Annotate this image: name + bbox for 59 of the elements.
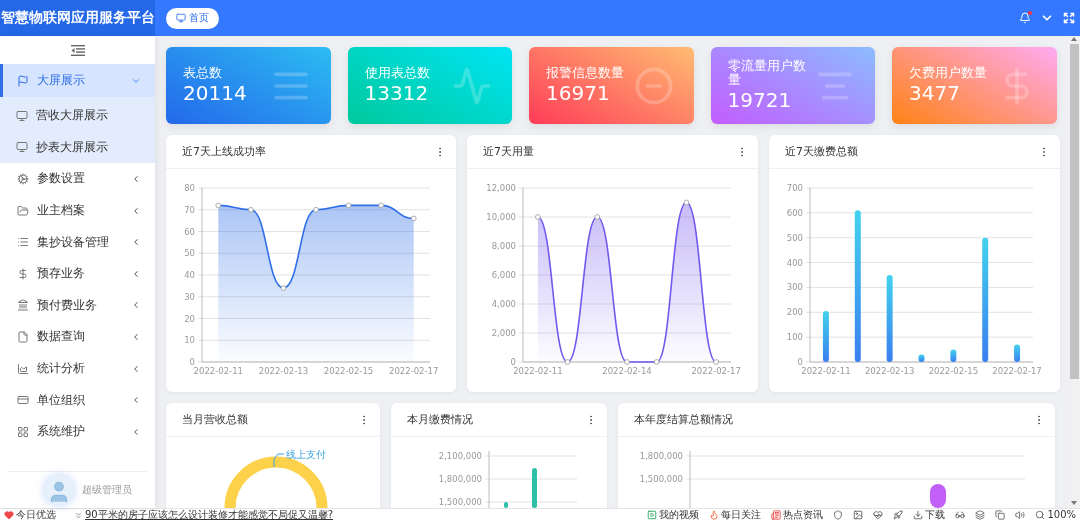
axis-label: 50 xyxy=(184,248,195,259)
panel-title: 本月缴费情况 xyxy=(407,412,473,427)
chart-label: 线上支付 xyxy=(286,449,326,460)
stat-label: 零流量用户数量 xyxy=(727,59,807,86)
axis-label: 1,800,000 xyxy=(639,451,683,461)
chart-title: 近7天缴费总额 xyxy=(785,144,858,159)
axis-label: 8,000 xyxy=(491,241,516,251)
panel-title: 本年度结算总额情况 xyxy=(634,412,733,427)
axis-label: 1,800,000 xyxy=(438,474,482,484)
axis-label: 200 xyxy=(786,307,803,318)
axis-label: 0 xyxy=(510,357,516,367)
stat-value: 20114 xyxy=(183,81,247,106)
axis-label: 2022-02-14 xyxy=(602,366,652,376)
axis-label: 400 xyxy=(786,257,803,268)
axis-label: 500 xyxy=(786,232,803,243)
chart-title: 近7天上线成功率 xyxy=(182,144,266,159)
stat-value: 19721 xyxy=(727,87,792,112)
axis-label: 2022-02-15 xyxy=(928,366,979,376)
axis-label: 2022-02-17 xyxy=(992,366,1042,376)
stat-value: 16971 xyxy=(546,81,610,106)
stat-label: 欠费用户数量 xyxy=(909,65,987,80)
axis-label: 2022-02-17 xyxy=(389,366,439,376)
axis-label: 0 xyxy=(797,357,803,367)
app-title: 智慧物联网应用服务平台 xyxy=(0,0,155,36)
axis-label: 700 xyxy=(786,183,803,193)
stat-label: 表总数 xyxy=(183,65,222,80)
axis-label: 10,000 xyxy=(486,212,516,222)
axis-label: 1,500,000 xyxy=(438,497,482,507)
axis-label: 1,500,000 xyxy=(639,474,683,484)
stat-value: 3477 xyxy=(909,81,960,106)
axis-label: 40 xyxy=(184,270,195,280)
chart-title: 近7天用量 xyxy=(483,144,534,159)
stat-value: 13312 xyxy=(364,81,429,106)
axis-label: 2022-02-13 xyxy=(864,366,915,376)
axis-label: 2022-02-17 xyxy=(691,366,741,376)
user-name: 超级管理员 xyxy=(82,483,132,497)
axis-label: 4,000 xyxy=(491,299,516,309)
panel-title: 当月营收总额 xyxy=(182,412,248,427)
axis-label: 2022-02-15 xyxy=(323,366,374,376)
axis-label: 12,000 xyxy=(486,183,516,193)
axis-label: 100 xyxy=(786,332,803,343)
axis-label: 6,000 xyxy=(491,270,516,280)
axis-label: 10 xyxy=(184,335,195,346)
axis-label: 2022-02-13 xyxy=(258,366,309,376)
stat-label: 使用表总数 xyxy=(364,65,430,80)
axis-label: 2,000 xyxy=(491,328,516,338)
axis-label: 2022-02-11 xyxy=(801,366,851,376)
axis-label: 0 xyxy=(189,357,195,367)
axis-label: 300 xyxy=(786,282,803,293)
axis-label: 2022-02-11 xyxy=(193,366,243,376)
axis-label: 600 xyxy=(786,207,803,218)
axis-label: 70 xyxy=(184,204,195,215)
axis-label: 60 xyxy=(184,226,195,237)
axis-label: 80 xyxy=(184,183,195,193)
axis-label: 2,100,000 xyxy=(438,451,482,461)
axis-label: 30 xyxy=(184,291,195,302)
axis-label: 20 xyxy=(184,313,195,324)
stat-label: 报警信息数量 xyxy=(546,65,624,80)
axis-label: 2022-02-11 xyxy=(513,366,563,376)
